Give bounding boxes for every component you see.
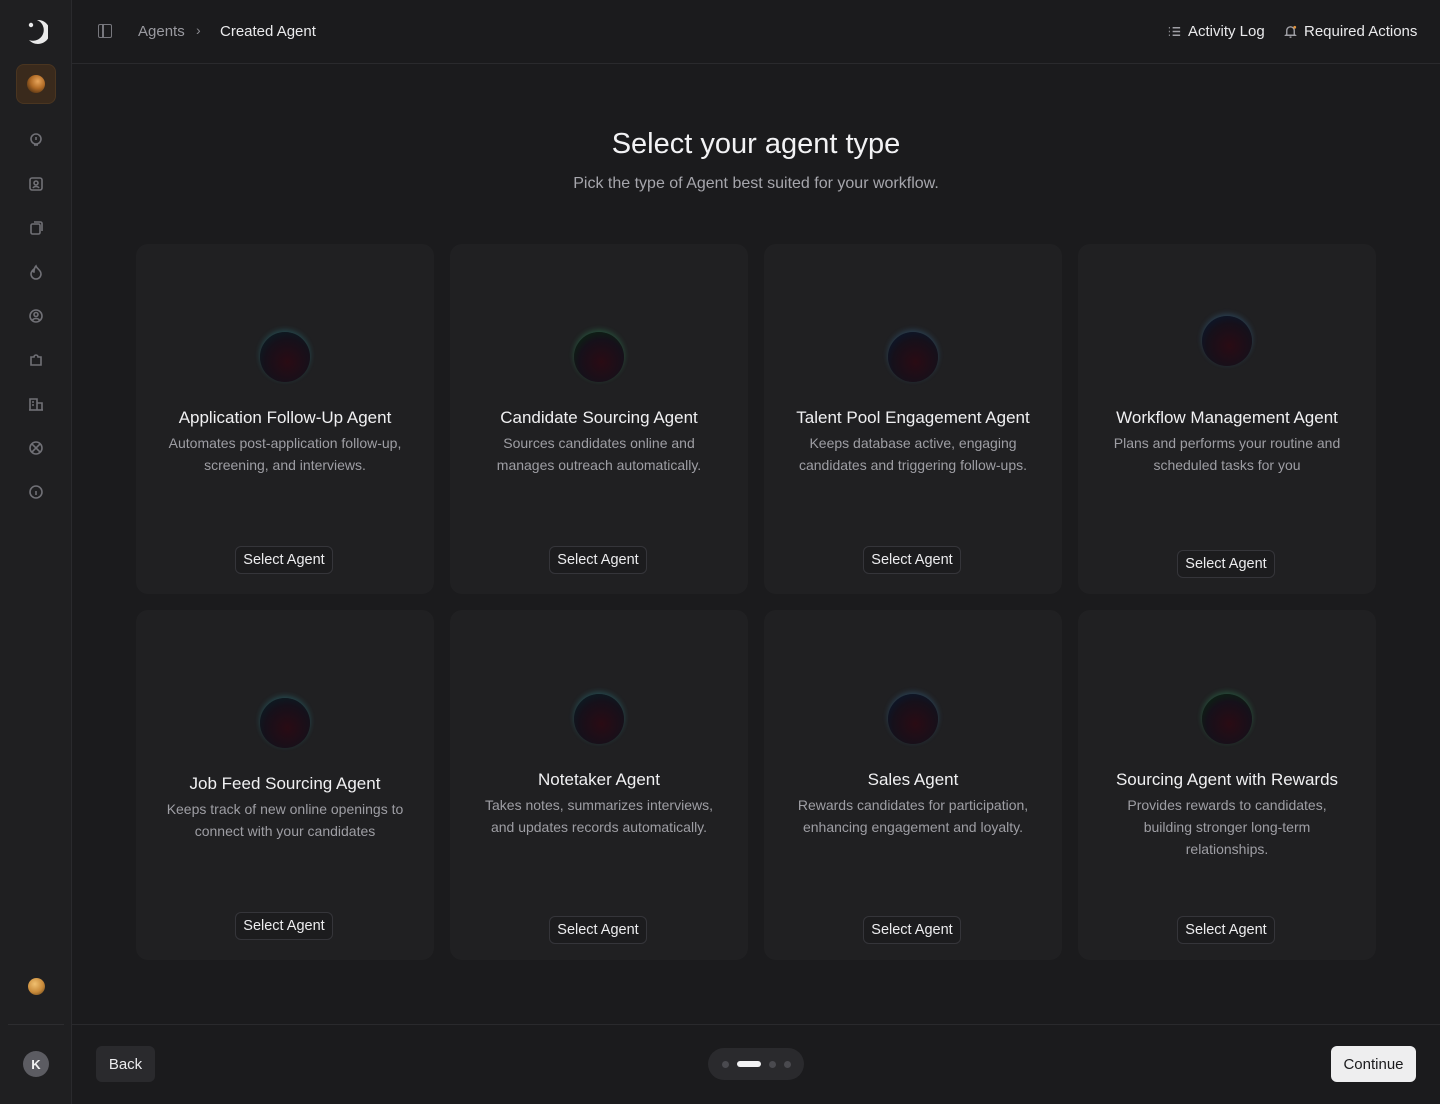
agent-card[interactable]: Sales Agent Rewards candidates for parti… <box>764 610 1062 960</box>
select-agent-button[interactable]: Select Agent <box>863 546 961 574</box>
agent-orb-icon <box>888 332 938 382</box>
agent-card[interactable]: Sourcing Agent with Rewards Provides rew… <box>1078 610 1376 960</box>
pager-dot[interactable] <box>768 1060 776 1068</box>
select-agent-button[interactable]: Select Agent <box>1177 550 1275 578</box>
agent-orb-icon <box>260 698 310 748</box>
status-orb-icon[interactable] <box>28 978 45 995</box>
list-icon <box>1168 27 1181 36</box>
pager-dot[interactable] <box>783 1060 791 1068</box>
contacts-icon[interactable] <box>26 174 46 194</box>
user-circle-icon[interactable] <box>26 306 46 326</box>
page-title: Select your agent type <box>611 128 901 160</box>
agent-card[interactable]: Workflow Management Agent Plans and perf… <box>1078 244 1376 594</box>
required-actions-label: Required Actions <box>1304 23 1418 40</box>
agent-description: Automates post-application follow-up, sc… <box>168 435 402 473</box>
agent-orb-icon <box>260 332 310 382</box>
flame-icon[interactable] <box>26 262 46 282</box>
documents-icon[interactable] <box>26 218 46 238</box>
required-actions-button[interactable]: Required Actions <box>1283 23 1417 40</box>
agent-name: Sales Agent <box>867 770 959 789</box>
pager-dot-active[interactable] <box>736 1061 761 1067</box>
back-button[interactable]: Back <box>96 1046 155 1082</box>
select-agent-button[interactable]: Select Agent <box>863 916 961 944</box>
agent-name: Notetaker Agent <box>538 770 660 789</box>
agent-orb-icon <box>1202 316 1252 366</box>
pager-dot[interactable] <box>721 1060 729 1068</box>
activity-log-button[interactable]: Activity Log <box>1167 23 1265 40</box>
continue-button[interactable]: Continue <box>1331 1046 1416 1082</box>
sidebar: K <box>0 0 72 1104</box>
activity-log-label: Activity Log <box>1188 23 1265 40</box>
puzzle-icon[interactable] <box>26 350 46 370</box>
footer-divider <box>72 1024 1440 1025</box>
agent-orb-icon <box>27 75 45 93</box>
bulb-icon[interactable] <box>26 130 46 150</box>
sidebar-toggle-icon[interactable] <box>98 24 112 38</box>
agent-orb-icon <box>888 694 938 744</box>
sidebar-item-agents[interactable] <box>16 64 56 104</box>
top-header: Agents › Created Agent Activity Log Requ… <box>72 0 1440 64</box>
step-pager <box>708 1048 804 1080</box>
agent-description: Keeps database active, engaging candidat… <box>798 435 1028 473</box>
agent-name: Candidate Sourcing Agent <box>500 408 698 427</box>
agent-name: Job Feed Sourcing Agent <box>189 774 381 793</box>
agent-name: Talent Pool Engagement Agent <box>796 408 1030 427</box>
basketball-icon[interactable] <box>26 438 46 458</box>
agent-card[interactable]: Application Follow-Up Agent Automates po… <box>136 244 434 594</box>
select-agent-button[interactable]: Select Agent <box>235 546 333 574</box>
agent-orb-icon <box>574 694 624 744</box>
agent-description: Provides rewards to candidates, building… <box>1127 797 1327 857</box>
select-agent-button[interactable]: Select Agent <box>549 546 647 574</box>
building-icon[interactable] <box>26 394 46 414</box>
agent-description: Plans and performs your routine and sche… <box>1113 435 1341 473</box>
select-agent-button[interactable]: Select Agent <box>549 916 647 944</box>
agent-description: Sources candidates online and manages ou… <box>496 435 702 473</box>
page-subtitle: Pick the type of Agent best suited for y… <box>573 175 939 192</box>
agent-name: Application Follow-Up Agent <box>178 408 392 427</box>
breadcrumb-current: Created Agent <box>220 23 316 40</box>
app-logo[interactable] <box>26 19 48 45</box>
agent-card[interactable]: Notetaker Agent Takes notes, summarizes … <box>450 610 748 960</box>
agent-card[interactable]: Talent Pool Engagement Agent Keeps datab… <box>764 244 1062 594</box>
bell-icon <box>1284 25 1297 38</box>
agent-name: Workflow Management Agent <box>1116 408 1338 427</box>
agent-name: Sourcing Agent with Rewards <box>1115 770 1339 789</box>
agent-card[interactable]: Candidate Sourcing Agent Sources candida… <box>450 244 748 594</box>
select-agent-button[interactable]: Select Agent <box>1177 916 1275 944</box>
agent-description: Takes notes, summarizes interviews, and … <box>485 797 713 835</box>
agent-orb-icon <box>1202 694 1252 744</box>
agent-orb-icon <box>574 332 624 382</box>
info-icon[interactable] <box>26 482 46 502</box>
agent-description: Keeps track of new online openings to co… <box>166 801 404 839</box>
breadcrumb-agents[interactable]: Agents <box>138 23 185 40</box>
agent-card[interactable]: Job Feed Sourcing Agent Keeps track of n… <box>136 610 434 960</box>
breadcrumb-separator: › <box>196 22 201 38</box>
user-avatar[interactable]: K <box>23 1051 49 1077</box>
select-agent-button[interactable]: Select Agent <box>235 912 333 940</box>
agent-description: Rewards candidates for participation, en… <box>797 797 1029 835</box>
sidebar-divider <box>8 1024 64 1025</box>
